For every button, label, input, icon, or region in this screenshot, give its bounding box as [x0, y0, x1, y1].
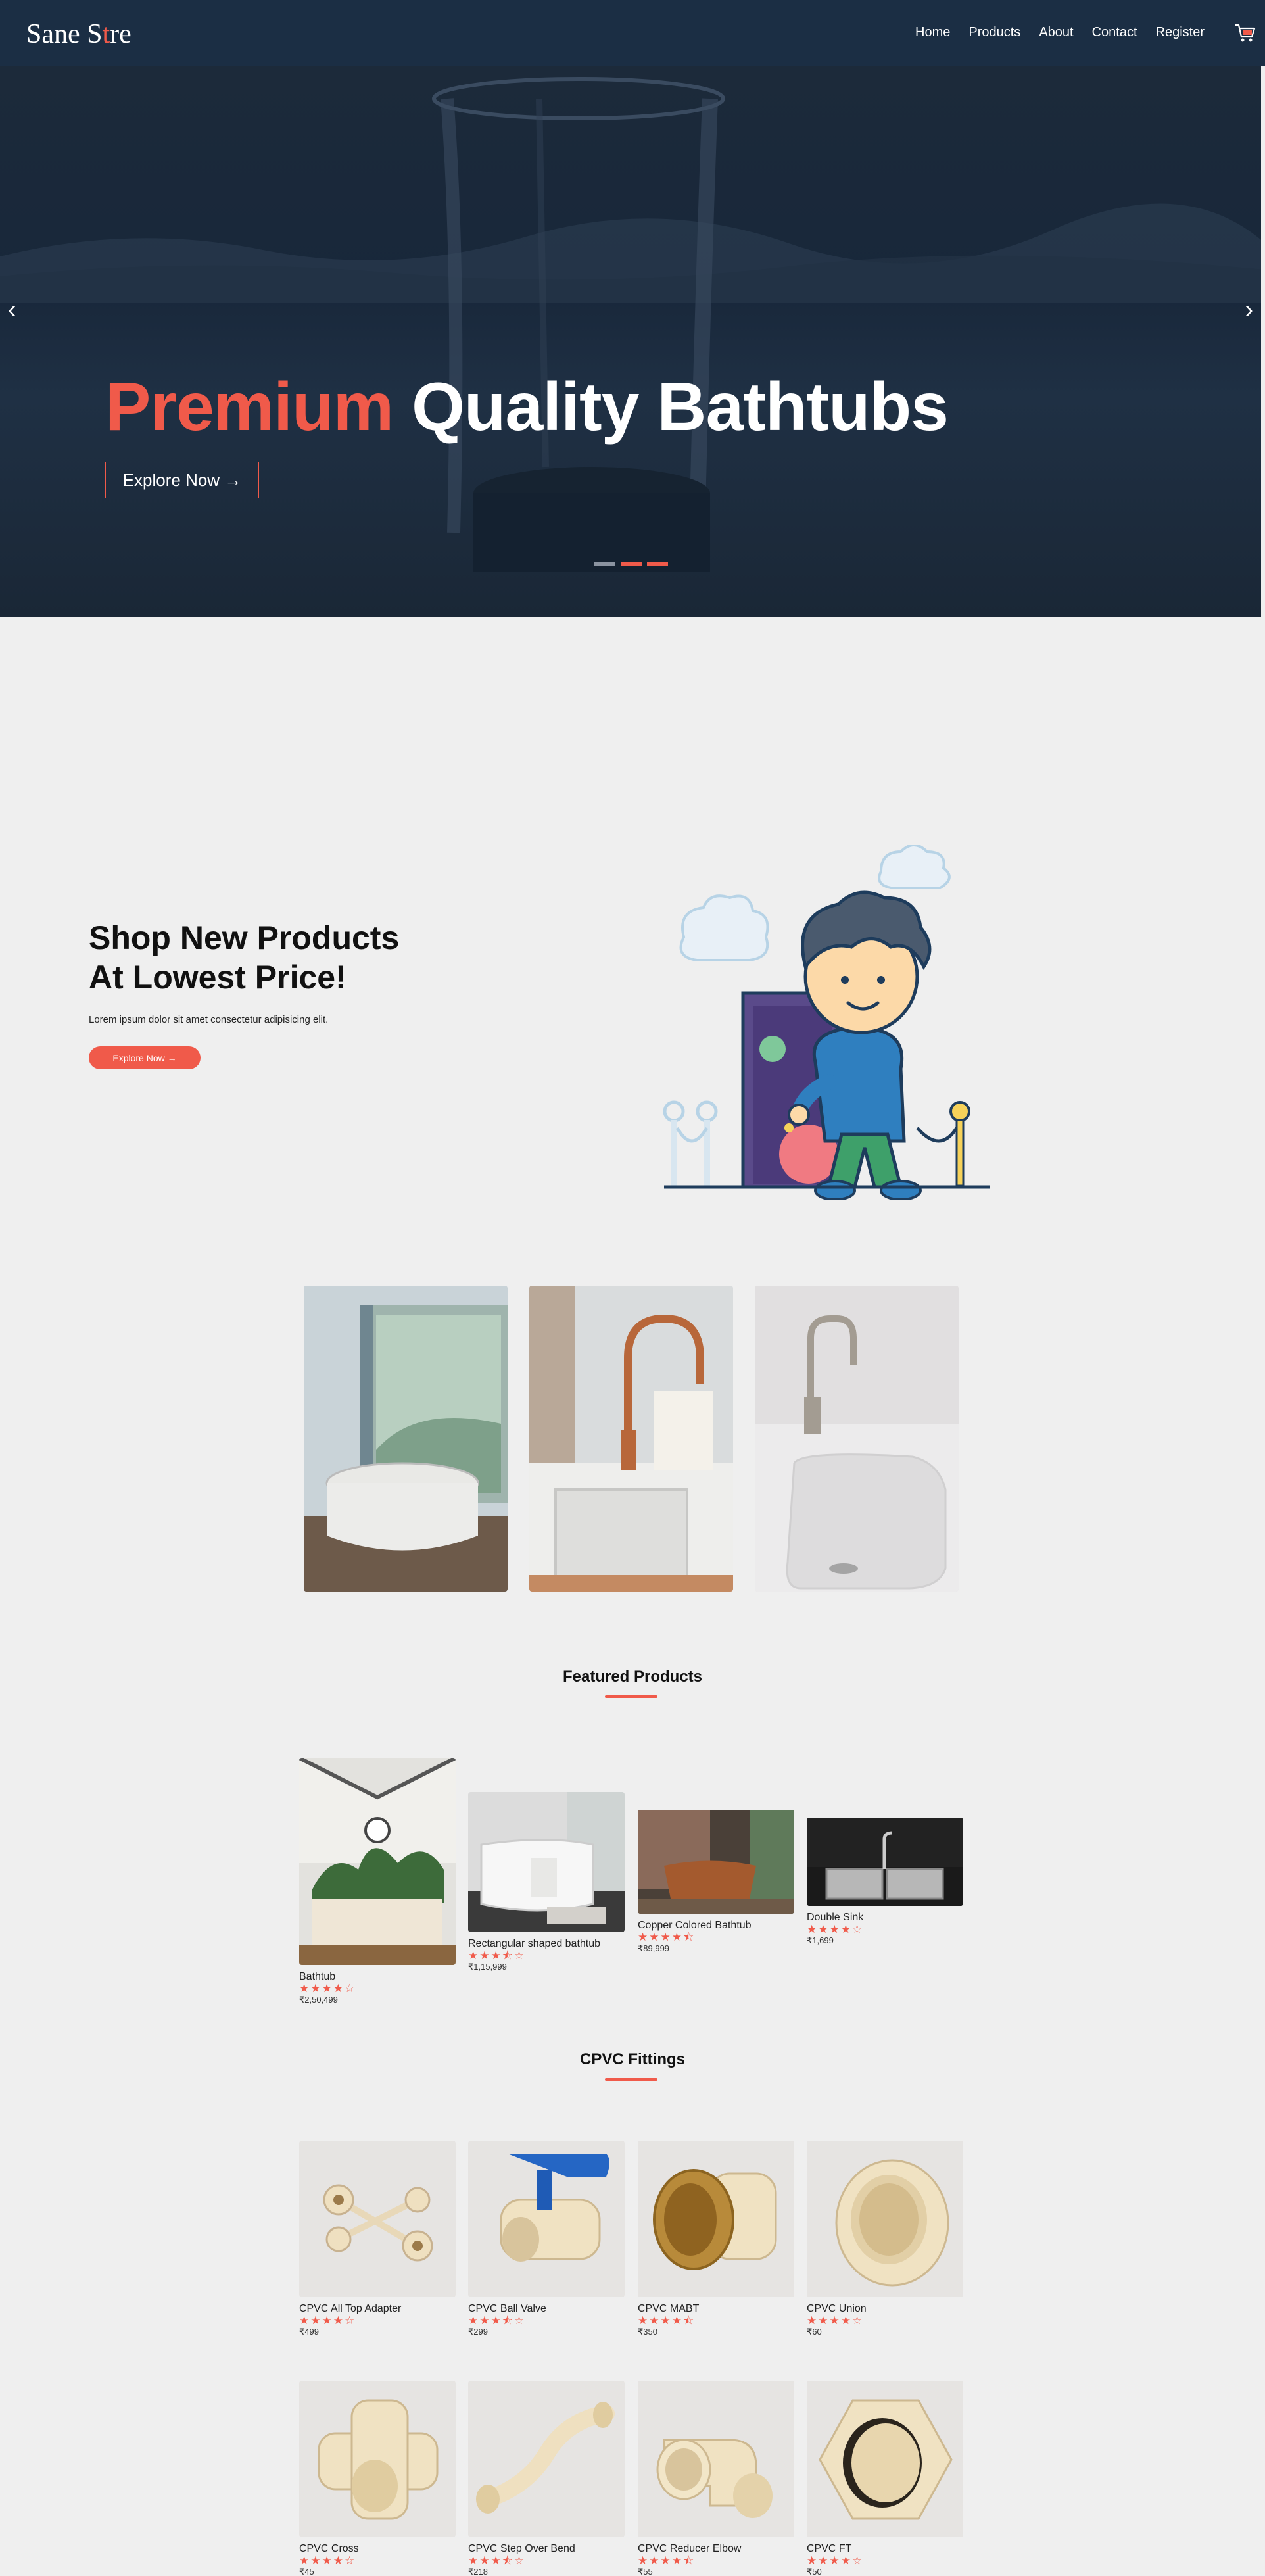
nav-links: Home Products About Contact Register [897, 25, 1205, 40]
shop-description: Lorem ipsum dolor sit amet consectetur a… [89, 1014, 329, 1025]
product-image[interactable] [638, 1810, 794, 1914]
product-image[interactable] [299, 2141, 456, 2297]
product-rating: ★★★★☆ [807, 1923, 864, 1935]
product-price: ₹2,50,499 [299, 1995, 338, 2005]
product-card-cpvc-cross[interactable]: CPVC Cross ★★★★☆ ₹45 [299, 2381, 456, 2576]
product-name[interactable]: CPVC Ball Valve [468, 2303, 625, 2315]
product-rating: ★★★★☆ [299, 2314, 356, 2327]
product-price: ₹50 [807, 2567, 822, 2576]
product-image[interactable] [807, 2381, 963, 2537]
product-rating: ★★★⯪☆ [468, 1949, 526, 1962]
logo[interactable]: Sane Stre [26, 18, 131, 50]
hero-title-accent: Premium [105, 369, 394, 445]
product-image[interactable] [638, 2381, 794, 2537]
logo-text-mid: t [102, 19, 110, 49]
product-card-rectangular-bathtub[interactable]: Rectangular shaped bathtub ★★★⯪☆ ₹1,15,9… [468, 1792, 625, 1972]
product-name[interactable]: CPVC Reducer Elbow [638, 2543, 794, 2555]
product-card-cpvc-step-over-bend[interactable]: CPVC Step Over Bend ★★★⯪☆ ₹218 [468, 2381, 625, 2576]
product-price: ₹1,15,999 [468, 1962, 507, 1972]
product-name[interactable]: Copper Colored Bathtub [638, 1920, 794, 1932]
product-rating: ★★★★☆ [807, 2554, 864, 2567]
gallery-image-copper-faucet[interactable] [529, 1286, 733, 1592]
product-image[interactable] [638, 2141, 794, 2297]
hero-bathtub-image [432, 77, 725, 572]
carousel-dot-3[interactable] [647, 562, 668, 566]
product-name[interactable]: Rectangular shaped bathtub [468, 1938, 625, 1950]
product-card-cpvc-reducer-elbow[interactable]: CPVC Reducer Elbow ★★★★⯪ ₹55 [638, 2381, 794, 2576]
product-name[interactable]: CPVC Step Over Bend [468, 2543, 625, 2555]
product-name[interactable]: Double Sink [807, 1912, 963, 1924]
product-rating: ★★★★⯪ [638, 2314, 696, 2327]
product-rating: ★★★★⯪ [638, 1931, 696, 1943]
product-price: ₹499 [299, 2327, 319, 2337]
product-price: ₹299 [468, 2327, 488, 2337]
nav-link-products[interactable]: Products [968, 25, 1020, 40]
product-price: ₹55 [638, 2567, 653, 2576]
cart-icon[interactable] [1233, 22, 1257, 43]
product-name[interactable]: CPVC Union [807, 2303, 963, 2315]
product-card-cpvc-ball-valve[interactable]: CPVC Ball Valve ★★★⯪☆ ₹299 [468, 2141, 625, 2337]
product-price: ₹89,999 [638, 1943, 670, 1953]
carousel-indicators [594, 562, 668, 566]
product-card-cpvc-ft[interactable]: CPVC FT ★★★★☆ ₹50 [807, 2381, 963, 2576]
gallery-image-bathtub[interactable] [304, 1286, 508, 1592]
product-name[interactable]: Bathtub [299, 1971, 456, 1983]
product-image[interactable] [299, 2381, 456, 2537]
product-name[interactable]: CPVC FT [807, 2543, 963, 2555]
product-price: ₹350 [638, 2327, 657, 2337]
product-rating: ★★★★⯪ [638, 2554, 696, 2567]
featured-underline [605, 1695, 657, 1698]
logo-text-start: Sane S [26, 19, 103, 49]
nav-link-about[interactable]: About [1039, 25, 1073, 40]
product-rating: ★★★⯪☆ [468, 2554, 526, 2567]
product-card-copper-bathtub[interactable]: Copper Colored Bathtub ★★★★⯪ ₹89,999 [638, 1810, 794, 1954]
hero-explore-button[interactable]: Explore Now → [105, 462, 259, 498]
carousel-dot-1[interactable] [594, 562, 615, 566]
product-name[interactable]: CPVC All Top Adapter [299, 2303, 456, 2315]
hero-title-rest: Quality Bathtubs [411, 369, 949, 445]
product-card-bathtub[interactable]: Bathtub ★★★★☆ ₹2,50,499 [298, 1756, 457, 2005]
carousel-prev-arrow[interactable]: ‹ [8, 296, 16, 324]
gallery-image-sink-faucet[interactable] [755, 1286, 959, 1592]
product-card-cpvc-mabt[interactable]: CPVC MABT ★★★★⯪ ₹350 [638, 2141, 794, 2337]
shopping-character-illustration [663, 845, 990, 1200]
product-rating: ★★★★☆ [807, 2314, 864, 2327]
navbar: Sane Stre Home Products About Contact Re… [0, 0, 1265, 66]
product-rating: ★★★★☆ [299, 1982, 356, 1995]
product-image[interactable] [468, 2141, 625, 2297]
product-rating: ★★★★☆ [299, 2554, 356, 2567]
nav-link-contact[interactable]: Contact [1092, 25, 1137, 40]
logo-text-end: re [110, 19, 131, 49]
shop-title-line-2: At Lowest Price! [89, 959, 346, 996]
nav-link-home[interactable]: Home [915, 25, 950, 40]
product-image[interactable] [468, 2381, 625, 2537]
hero-title: Premium Quality Bathtubs [105, 368, 949, 447]
shop-title-line-1: Shop New Products [89, 919, 400, 956]
product-price: ₹1,699 [807, 1935, 834, 1945]
cpvc-underline [605, 2078, 657, 2081]
product-name[interactable]: CPVC Cross [299, 2543, 456, 2555]
carousel-next-arrow[interactable]: › [1245, 296, 1253, 324]
product-price: ₹45 [299, 2567, 314, 2576]
shop-explore-button[interactable]: Explore Now → [89, 1046, 201, 1069]
hero-carousel: ‹ › Premium Quality Bathtubs Explore Now… [0, 66, 1265, 617]
product-name[interactable]: CPVC MABT [638, 2303, 794, 2315]
product-card-cpvc-all-top-adapter[interactable]: CPVC All Top Adapter ★★★★☆ ₹499 [299, 2141, 456, 2337]
cpvc-title: CPVC Fittings [580, 2051, 685, 2068]
nav-link-register[interactable]: Register [1156, 25, 1205, 40]
hero-edge [1261, 66, 1265, 617]
shop-title: Shop New Products At Lowest Price! [89, 918, 399, 997]
product-price: ₹60 [807, 2327, 822, 2337]
product-image[interactable] [298, 1756, 457, 1965]
product-rating: ★★★⯪☆ [468, 2314, 526, 2327]
carousel-dot-2[interactable] [621, 562, 642, 566]
product-image[interactable] [807, 2141, 963, 2297]
product-card-double-sink[interactable]: Double Sink ★★★★☆ ₹1,699 [807, 1818, 963, 1946]
featured-title: Featured Products [562, 1668, 703, 1686]
product-price: ₹218 [468, 2567, 488, 2576]
product-card-cpvc-union[interactable]: CPVC Union ★★★★☆ ₹60 [807, 2141, 963, 2337]
product-image[interactable] [468, 1792, 625, 1932]
product-image[interactable] [807, 1818, 963, 1906]
